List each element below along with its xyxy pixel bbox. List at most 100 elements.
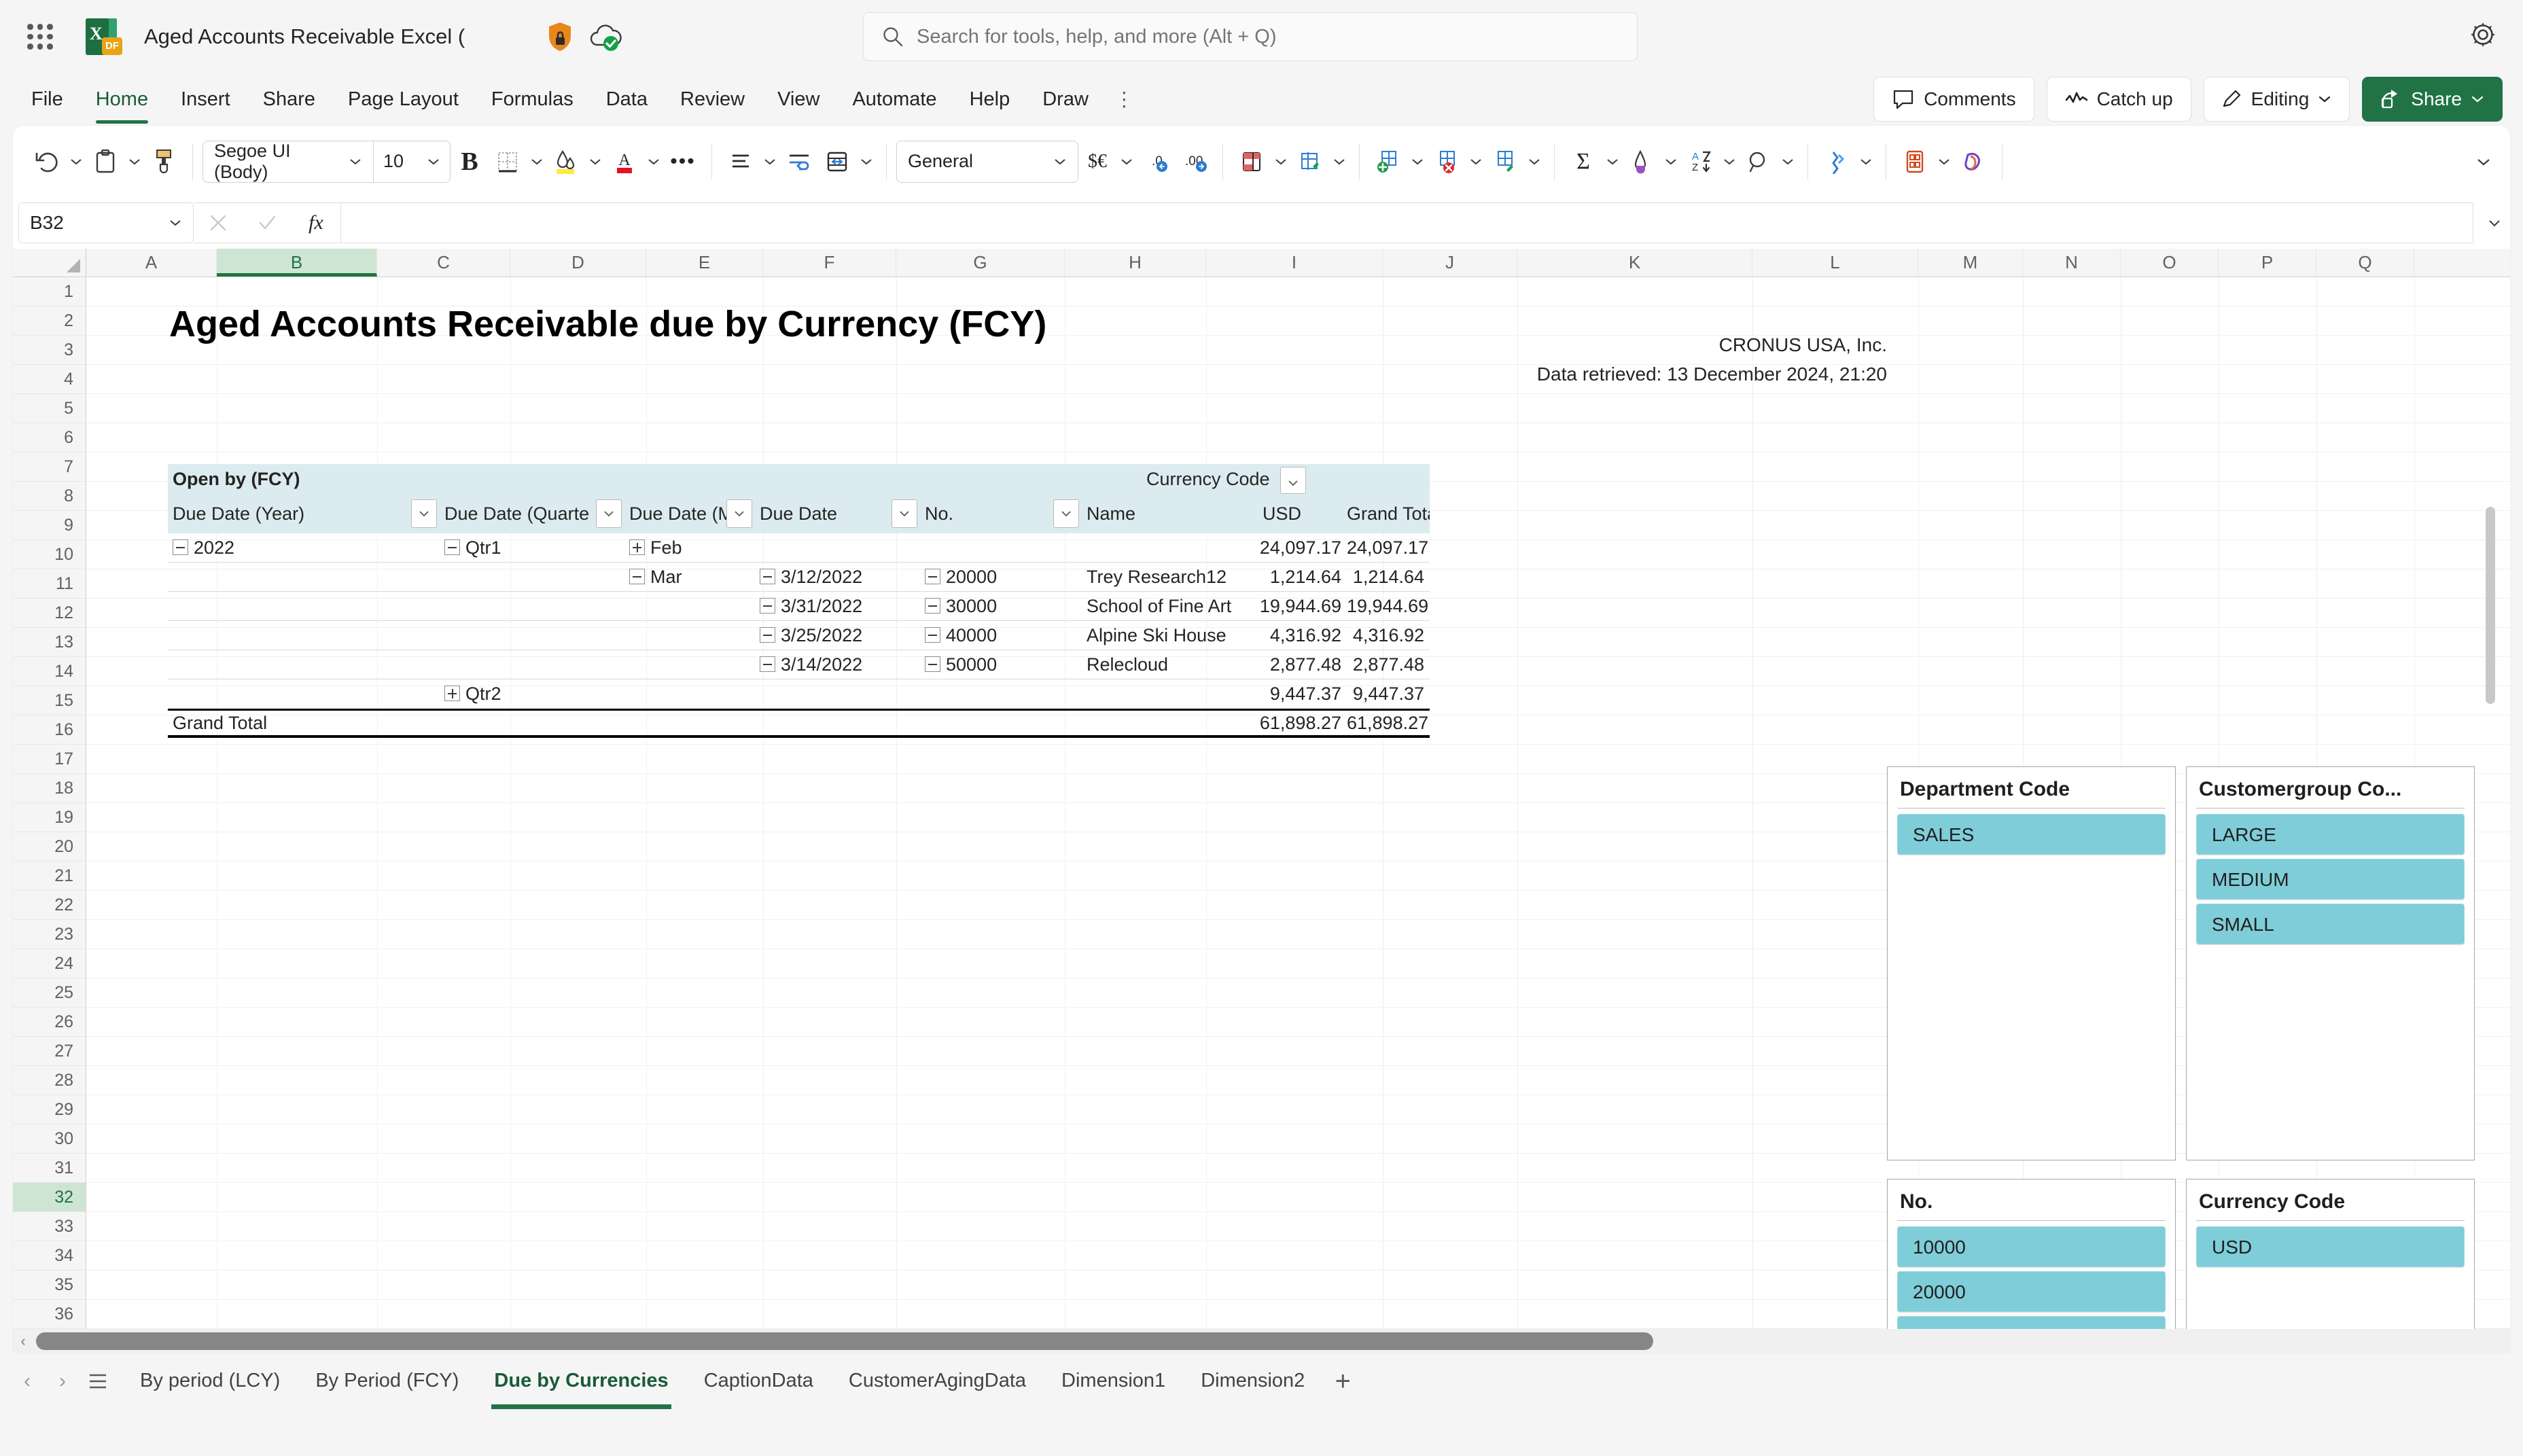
- undo-dropdown-icon[interactable]: [66, 143, 86, 181]
- cell-styles-dropdown-icon[interactable]: [1271, 143, 1291, 181]
- pivot-cell-quarter[interactable]: Qtr2: [440, 679, 624, 709]
- row-header-32[interactable]: 32: [13, 1183, 86, 1212]
- pivot-cell-date[interactable]: 3/14/2022: [755, 650, 920, 679]
- borders-dropdown-icon[interactable]: [527, 143, 547, 181]
- row-header-27[interactable]: 27: [13, 1037, 86, 1066]
- row-header-10[interactable]: 10: [13, 540, 86, 569]
- pivot-row[interactable]: Qtr2 9,447.37 9,447.37: [168, 679, 1430, 709]
- pivot-cell-no[interactable]: 40000: [920, 621, 1082, 650]
- format-cells-dropdown-icon[interactable]: [1524, 143, 1545, 181]
- horizontal-scroll-thumb[interactable]: [36, 1332, 1653, 1350]
- delete-cells-dropdown-icon[interactable]: [1466, 143, 1486, 181]
- tab-insert[interactable]: Insert: [164, 82, 247, 118]
- column-header-D[interactable]: D: [510, 249, 646, 277]
- row-header-18[interactable]: 18: [13, 774, 86, 803]
- sort-filter-dropdown-icon[interactable]: [1719, 143, 1740, 181]
- filter-dropdown-icon[interactable]: [892, 499, 917, 528]
- align-icon[interactable]: [722, 143, 760, 181]
- column-header-E[interactable]: E: [646, 249, 763, 277]
- vertical-scrollbar[interactable]: [2484, 507, 2496, 1247]
- format-painter-icon[interactable]: [145, 143, 183, 181]
- autosum-dropdown-icon[interactable]: [1602, 143, 1623, 181]
- tab-share[interactable]: Share: [247, 82, 332, 118]
- pivot-cell-no[interactable]: 50000: [920, 650, 1082, 679]
- row-header-14[interactable]: 14: [13, 657, 86, 686]
- tab-review[interactable]: Review: [664, 82, 761, 118]
- pivot-cell-no[interactable]: 30000: [920, 592, 1082, 621]
- row-header-12[interactable]: 12: [13, 599, 86, 628]
- sheet-tab-customeragingdata[interactable]: CustomerAgingData: [831, 1353, 1044, 1409]
- row-header-26[interactable]: 26: [13, 1008, 86, 1037]
- pivot-row[interactable]: Mar 3/12/2022 20000 Trey Research12 1,21…: [168, 563, 1430, 592]
- tab-view[interactable]: View: [761, 82, 836, 118]
- currency-dropdown-icon[interactable]: [1116, 143, 1137, 181]
- settings-gear-icon[interactable]: [2467, 19, 2499, 50]
- slicer-customergroup-code[interactable]: Customergroup Co... LARGE MEDIUM SMALL: [2186, 766, 2475, 1160]
- expand-formula-bar-icon[interactable]: [2479, 218, 2510, 228]
- add-sheet-icon[interactable]: +: [1322, 1361, 1363, 1402]
- pivot-cell-date[interactable]: 3/31/2022: [755, 592, 920, 621]
- clear-icon[interactable]: [1623, 143, 1661, 181]
- collapse-toggle-icon[interactable]: [925, 568, 940, 584]
- currency-icon[interactable]: $€: [1078, 143, 1116, 181]
- sheet-tab-dimension1[interactable]: Dimension1: [1044, 1353, 1183, 1409]
- filter-dropdown-icon[interactable]: [1053, 499, 1079, 528]
- merge-cells-icon[interactable]: [818, 143, 856, 181]
- pivot-cell-date[interactable]: 3/25/2022: [755, 621, 920, 650]
- number-format-select[interactable]: General: [896, 140, 1078, 183]
- column-header-I[interactable]: I: [1206, 249, 1383, 277]
- collapse-toggle-icon[interactable]: [925, 626, 940, 643]
- pivot-cell-date[interactable]: 3/12/2022: [755, 563, 920, 592]
- collapse-toggle-icon[interactable]: [760, 568, 775, 584]
- column-header-L[interactable]: L: [1752, 249, 1918, 277]
- pivot-cell-year[interactable]: 2022: [168, 533, 440, 563]
- column-header-F[interactable]: F: [763, 249, 896, 277]
- row-header-22[interactable]: 22: [13, 891, 86, 920]
- tab-data[interactable]: Data: [590, 82, 664, 118]
- currency-code-filter-icon[interactable]: [1280, 466, 1307, 494]
- autosum-icon[interactable]: Σ: [1564, 143, 1602, 181]
- name-box[interactable]: B32: [18, 202, 194, 243]
- sheet-tab-dimension2[interactable]: Dimension2: [1183, 1353, 1322, 1409]
- horizontal-scrollbar[interactable]: ‹: [12, 1329, 2511, 1353]
- search-input[interactable]: [917, 25, 1619, 48]
- pivot-cell-month[interactable]: Mar: [624, 563, 755, 592]
- catch-up-button[interactable]: Catch up: [2046, 77, 2191, 122]
- copilot-icon[interactable]: [1954, 143, 1992, 181]
- slicer-item-usd[interactable]: USD: [2196, 1226, 2465, 1267]
- font-color-icon[interactable]: A: [605, 143, 643, 181]
- row-header-15[interactable]: 15: [13, 686, 86, 715]
- tab-automate[interactable]: Automate: [836, 82, 953, 118]
- find-icon[interactable]: [1740, 143, 1778, 181]
- analyze-data-dropdown-icon[interactable]: [1856, 143, 1876, 181]
- undo-icon[interactable]: [28, 143, 66, 181]
- row-header-13[interactable]: 13: [13, 628, 86, 657]
- format-cells-icon[interactable]: [1486, 143, 1524, 181]
- slicer-item-sales[interactable]: SALES: [1897, 814, 2166, 855]
- column-header-P[interactable]: P: [2219, 249, 2316, 277]
- collapse-toggle-icon[interactable]: [760, 597, 775, 614]
- row-header-4[interactable]: 4: [13, 365, 86, 394]
- column-header-G[interactable]: G: [896, 249, 1065, 277]
- wrap-text-icon[interactable]: [780, 143, 818, 181]
- tab-overflow-icon[interactable]: ⋮: [1105, 81, 1144, 118]
- addins-icon[interactable]: [1896, 143, 1934, 181]
- find-dropdown-icon[interactable]: [1778, 143, 1798, 181]
- analyze-data-icon[interactable]: [1818, 143, 1856, 181]
- formula-input[interactable]: [341, 202, 2473, 243]
- expand-toggle-icon[interactable]: [629, 539, 645, 555]
- borders-icon[interactable]: [489, 143, 527, 181]
- row-header-29[interactable]: 29: [13, 1095, 86, 1124]
- format-as-table-icon[interactable]: [1291, 143, 1329, 181]
- collapse-toggle-icon[interactable]: [629, 568, 645, 584]
- tab-home[interactable]: Home: [80, 82, 164, 124]
- column-header-B[interactable]: B: [217, 249, 377, 277]
- clear-dropdown-icon[interactable]: [1661, 143, 1681, 181]
- row-header-19[interactable]: 19: [13, 803, 86, 832]
- cancel-icon[interactable]: [194, 203, 243, 243]
- column-header-C[interactable]: C: [377, 249, 510, 277]
- cell-styles-icon[interactable]: [1233, 143, 1271, 181]
- insert-cells-dropdown-icon[interactable]: [1407, 143, 1428, 181]
- row-header-33[interactable]: 33: [13, 1212, 86, 1241]
- collapse-toggle-icon[interactable]: [444, 539, 460, 555]
